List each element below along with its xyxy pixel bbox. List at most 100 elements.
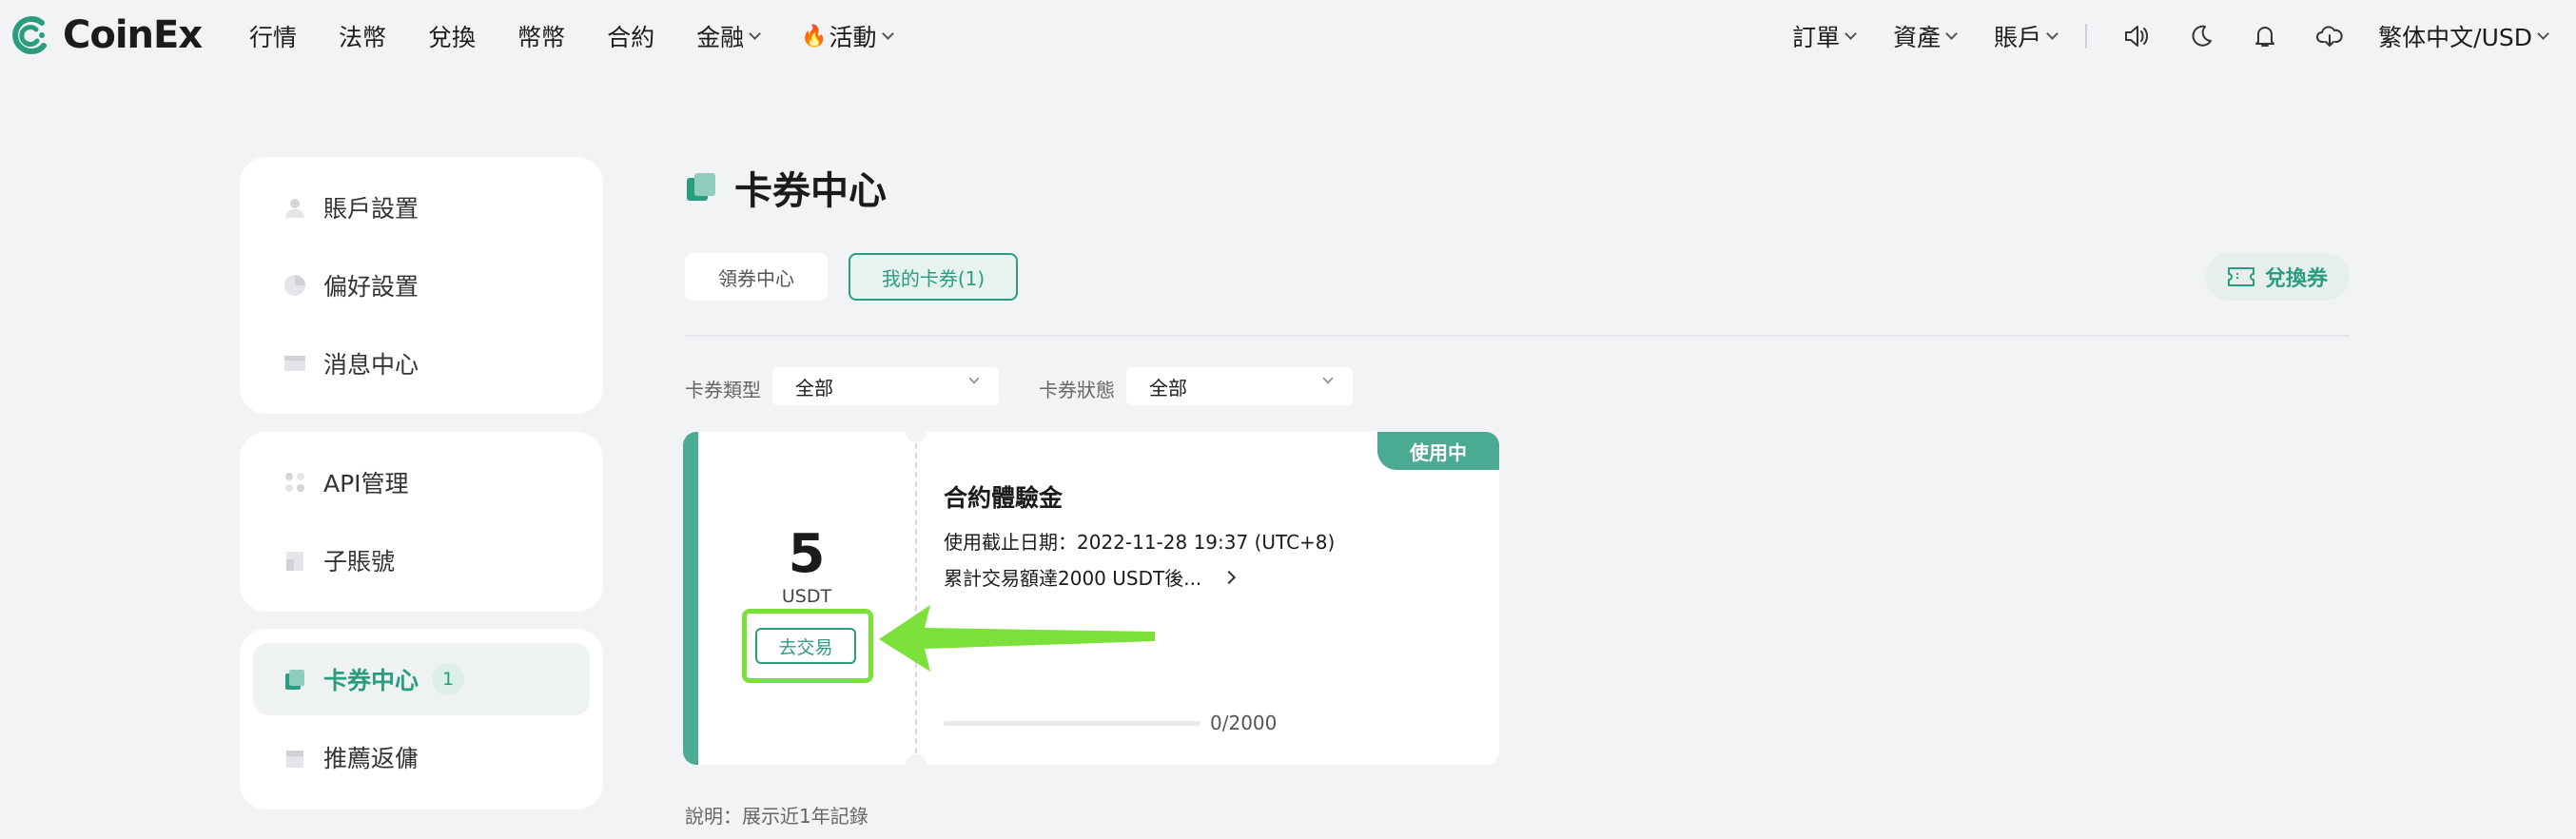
main-menu: 行情 法幣 兌換 幣幣 合約 金融 🔥 活動 <box>249 0 934 72</box>
nav-account-label: 賬戶 <box>1994 24 2042 51</box>
chevron-down-icon <box>968 373 980 384</box>
status-badge-label: 使用中 <box>1410 440 1467 464</box>
sidebar-item-label: 偏好設置 <box>323 273 420 301</box>
chevron-down-icon <box>1945 27 1959 40</box>
nav-activities-label: 活動 <box>829 24 877 51</box>
sidebar-item-messages[interactable]: 消息中心 <box>253 327 590 400</box>
nav-divider <box>2085 24 2088 49</box>
message-icon <box>282 350 308 377</box>
redeem-coupon-button[interactable]: 兌換券 <box>2205 253 2350 301</box>
tab-label: 我的卡券(1) <box>881 266 986 290</box>
nav-swap[interactable]: 兌換 <box>428 19 476 53</box>
coupon-condition-text: 累計交易額達2000 USDT後... <box>944 567 1202 590</box>
sidebar-item-label: 賬戶設置 <box>323 195 420 223</box>
api-icon <box>282 469 308 496</box>
sidebar-item-preferences[interactable]: 偏好設置 <box>253 249 590 322</box>
coupon-icon <box>687 173 715 201</box>
coupon-stripe <box>683 432 698 765</box>
sound-icon[interactable] <box>2119 20 2152 52</box>
nav-market[interactable]: 行情 <box>249 19 297 53</box>
coupon-status-select[interactable]: 全部 <box>1126 367 1353 405</box>
redeem-label: 兌換券 <box>2264 267 2328 291</box>
coupon-status-label: 卡券狀態 <box>1039 379 1115 401</box>
chevron-down-icon <box>2046 27 2059 40</box>
annotation-arrow <box>879 605 1155 672</box>
coupon-type-value: 全部 <box>795 376 833 400</box>
nav-finance[interactable]: 金融 <box>696 19 761 53</box>
language-label: 繁体中文/USD <box>2378 24 2532 51</box>
sidebar-item-label: 卡券中心 <box>323 667 420 694</box>
nav-finance-label: 金融 <box>696 24 745 51</box>
sidebar-item-referral[interactable]: 推薦返傭 <box>253 721 590 793</box>
sidebar-item-api[interactable]: API管理 <box>253 446 590 518</box>
language-currency-selector[interactable]: 繁体中文/USD <box>2378 19 2549 53</box>
progress-bar <box>944 721 1200 726</box>
records-note: 說明：展示近1年記錄 <box>685 805 868 828</box>
coupon-type-select[interactable]: 全部 <box>772 367 999 405</box>
top-navigation: CoinEx 行情 法幣 兌換 幣幣 合約 金融 🔥 活動 訂單 資產 賬戶 繁体… <box>0 0 2576 72</box>
coupon-card: 5 USDT 去交易 使用中 合約體驗金 使用截止日期：2022-11-28 1… <box>683 432 1499 765</box>
tab-claim-center[interactable]: 領券中心 <box>685 253 828 301</box>
page-title-text: 卡券中心 <box>734 169 887 213</box>
section-divider <box>685 335 2350 337</box>
coupon-perforation <box>915 443 917 753</box>
user-menu: 訂單 資產 賬戶 繁体中文/USD <box>1754 0 2549 72</box>
nav-orders[interactable]: 訂單 <box>1792 19 1857 53</box>
nav-spot[interactable]: 幣幣 <box>517 19 565 53</box>
tab-label: 領券中心 <box>718 266 794 290</box>
chevron-down-icon <box>881 27 894 40</box>
progress-text: 0/2000 <box>1210 712 1278 734</box>
sidebar-group-account: 賬戶設置 偏好設置 消息中心 <box>240 157 603 414</box>
nav-orders-label: 訂單 <box>1792 24 1841 51</box>
sub-account-icon <box>282 547 308 574</box>
tab-my-coupons[interactable]: 我的卡券(1) <box>849 253 1018 301</box>
coinex-logo-icon <box>12 16 47 54</box>
nav-futures[interactable]: 合約 <box>607 19 654 53</box>
page-title: 卡券中心 <box>685 160 887 215</box>
chevron-down-icon <box>2537 27 2549 40</box>
referral-icon <box>282 744 308 771</box>
nav-fiat[interactable]: 法幣 <box>339 19 386 53</box>
nav-assets[interactable]: 資產 <box>1893 19 1959 53</box>
coupon-title: 合約體驗金 <box>944 484 1064 512</box>
coinex-logo[interactable]: CoinEx <box>8 11 203 59</box>
sidebar-item-label: 推薦返傭 <box>323 745 420 772</box>
sidebar-item-label: 消息中心 <box>323 351 420 379</box>
preferences-icon <box>282 272 308 299</box>
coupon-type-label: 卡券類型 <box>685 379 761 401</box>
bell-icon[interactable] <box>2249 20 2281 52</box>
go-trade-button[interactable]: 去交易 <box>755 628 856 664</box>
sidebar-item-label: 子賬號 <box>323 548 396 576</box>
sidebar-item-account-settings[interactable]: 賬戶設置 <box>253 171 590 244</box>
coupon-notch <box>906 432 927 442</box>
moon-icon[interactable] <box>2184 20 2216 52</box>
flame-icon: 🔥 <box>801 24 828 49</box>
coupon-condition-link[interactable]: 累計交易額達2000 USDT後... <box>944 563 1237 591</box>
sidebar-item-sub-accounts[interactable]: 子賬號 <box>253 524 590 596</box>
sidebar-item-coupon-center[interactable]: 卡券中心 1 <box>253 643 590 715</box>
chevron-right-icon <box>1222 570 1237 584</box>
nav-market-label: 行情 <box>249 24 298 51</box>
coupon-notch <box>906 754 927 765</box>
coupon-icon <box>282 666 308 693</box>
coupon-expiry: 使用截止日期：2022-11-28 19:37 (UTC+8) <box>944 531 1336 554</box>
nav-futures-label: 合約 <box>607 24 655 51</box>
sidebar-group-api: API管理 子賬號 <box>240 432 603 612</box>
coupon-status-value: 全部 <box>1149 376 1187 400</box>
status-badge: 使用中 <box>1377 432 1499 470</box>
download-icon[interactable] <box>2313 20 2346 52</box>
nav-activities[interactable]: 🔥 活動 <box>801 19 894 53</box>
brand-name: CoinEx <box>63 13 203 57</box>
nav-account[interactable]: 賬戶 <box>1994 19 2059 53</box>
sidebar-item-label: API管理 <box>323 470 409 498</box>
sidebar-group-rewards: 卡券中心 1 推薦返傭 <box>240 629 603 810</box>
chevron-down-icon <box>1322 373 1334 384</box>
ticket-icon <box>2227 267 2254 286</box>
nav-swap-label: 兌換 <box>428 24 477 51</box>
coupon-amount: 5 <box>788 523 826 585</box>
coupon-count-badge: 1 <box>432 663 465 695</box>
nav-fiat-label: 法幣 <box>339 24 387 51</box>
chevron-down-icon <box>749 27 761 40</box>
nav-assets-label: 資產 <box>1893 24 1942 51</box>
user-icon <box>282 194 308 221</box>
